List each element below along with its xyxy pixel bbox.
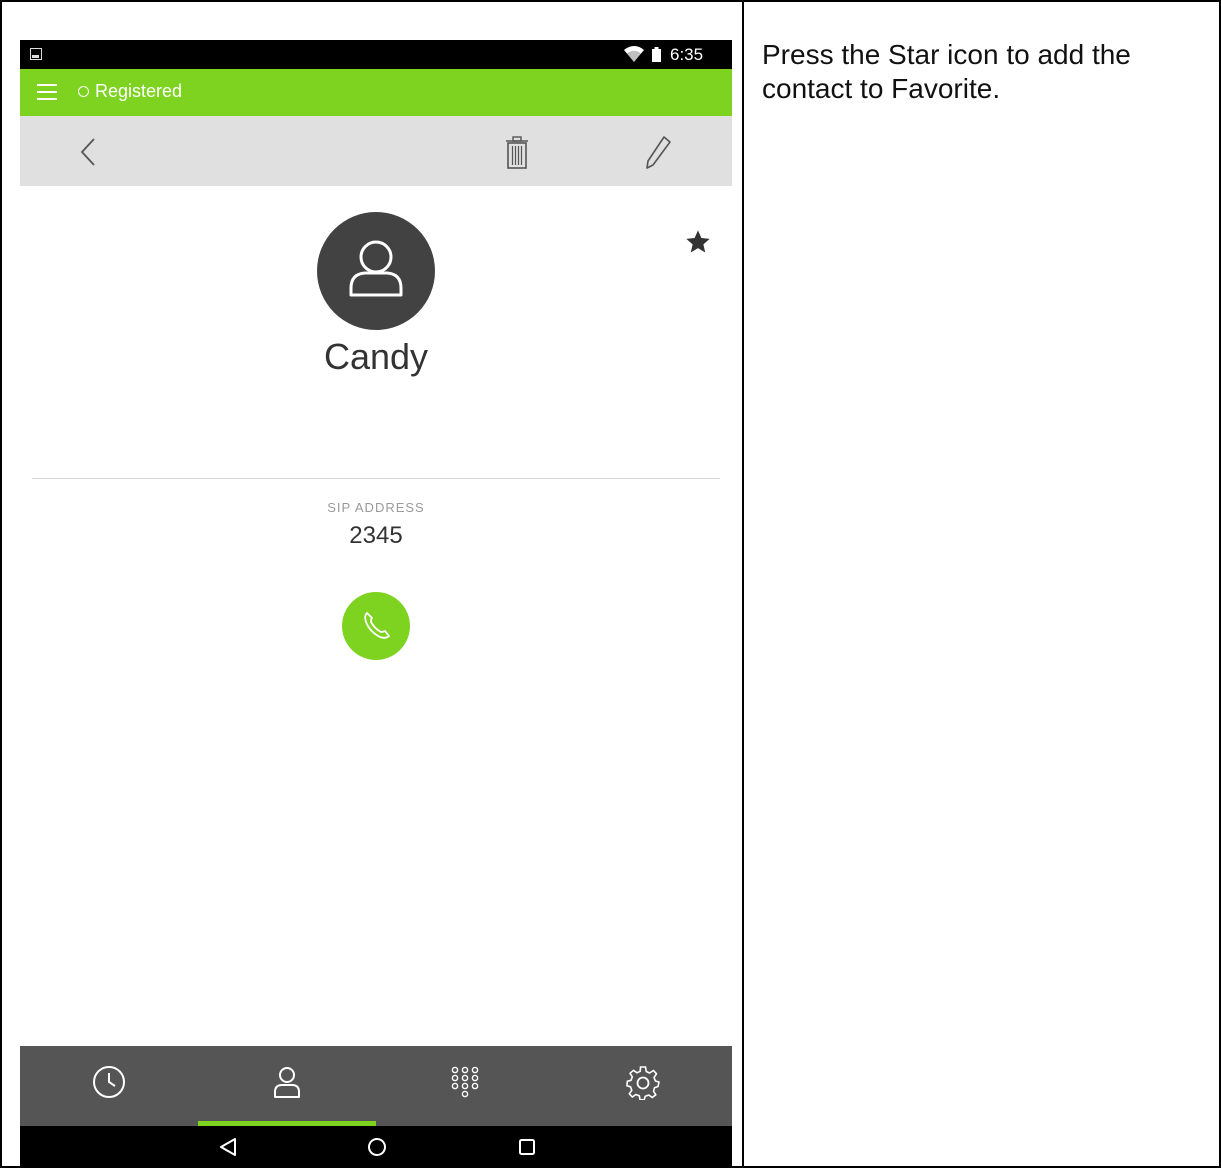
column-divider: [742, 0, 744, 1168]
clock-icon: [93, 1066, 125, 1098]
status-time: 6:35: [670, 45, 704, 64]
gallery-notification-icon: [30, 48, 42, 60]
back-triangle-icon[interactable]: [217, 1136, 239, 1158]
wifi-icon: [624, 46, 644, 62]
contact-name: Candy: [323, 336, 429, 377]
person-icon: [274, 1067, 300, 1098]
call-button[interactable]: [342, 592, 410, 660]
gear-icon: [626, 1066, 660, 1100]
nav-tab-contacts[interactable]: [198, 1046, 376, 1126]
sip-address-value: 2345: [349, 522, 403, 549]
nav-tab-history[interactable]: [20, 1046, 198, 1126]
sip-address-label: SIP ADDRESS: [327, 500, 425, 515]
pencil-icon[interactable]: [642, 134, 674, 170]
home-circle-icon[interactable]: [366, 1136, 388, 1158]
dialpad-icon: [451, 1066, 479, 1098]
chevron-left-icon[interactable]: [78, 136, 100, 168]
avatar: [317, 212, 435, 330]
registration-status: Registered: [95, 81, 183, 101]
system-navigation-bar: [20, 1126, 732, 1168]
battery-icon: [652, 47, 661, 62]
hamburger-menu-icon[interactable]: [37, 84, 57, 100]
star-icon[interactable]: [684, 228, 712, 256]
phone-screenshot: 6:35 Registered Candy SIP ADDRESS 2345: [20, 40, 732, 1168]
bottom-navigation: [20, 1046, 732, 1126]
person-icon: [349, 240, 403, 297]
phone-icon: [364, 612, 390, 639]
trash-icon[interactable]: [503, 136, 531, 170]
status-bar: 6:35: [20, 40, 732, 69]
recents-square-icon[interactable]: [516, 1136, 538, 1158]
nav-tab-dialpad[interactable]: [376, 1046, 554, 1126]
nav-tab-settings[interactable]: [554, 1046, 732, 1126]
contact-toolbar: [20, 116, 732, 186]
app-header: Registered: [20, 69, 732, 116]
registration-status-icon: [78, 86, 89, 97]
instruction-text: Press the Star icon to add the contact t…: [762, 39, 1131, 104]
section-divider: [32, 478, 720, 479]
